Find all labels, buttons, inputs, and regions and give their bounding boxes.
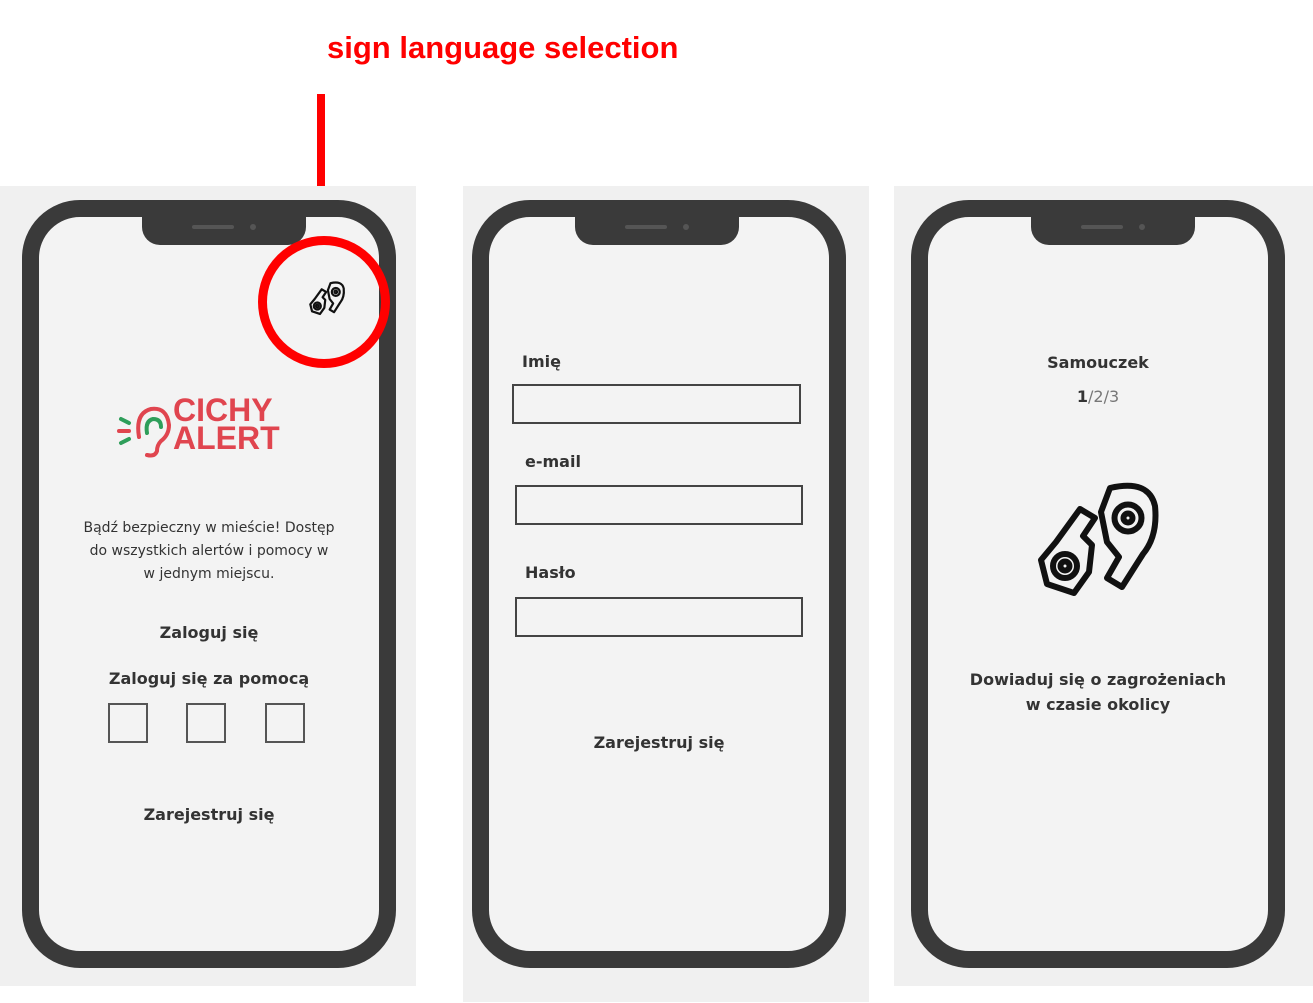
name-field[interactable] — [512, 384, 801, 424]
register-link[interactable]: Zarejestruj się — [39, 805, 379, 824]
social-login-button-3[interactable] — [265, 703, 305, 743]
social-login-button-2[interactable] — [186, 703, 226, 743]
register-button[interactable]: Zarejestruj się — [489, 733, 829, 752]
tutorial-description-line-2: w czasie okolicy — [1025, 695, 1171, 714]
camera — [250, 224, 256, 230]
speaker — [192, 225, 234, 229]
email-label: e-mail — [525, 452, 581, 471]
remaining-steps: /2/3 — [1088, 387, 1120, 406]
login-with-label: Zaloguj się za pomocą — [108, 669, 310, 688]
cichy-alert-logo: CICHY ALERT — [117, 394, 317, 465]
tutorial-title: Samouczek — [1047, 353, 1149, 372]
password-label: Hasło — [525, 563, 576, 582]
name-label: Imię — [522, 352, 561, 371]
login-link[interactable]: Zaloguj się — [39, 623, 379, 642]
phone-notch — [575, 215, 739, 245]
password-field[interactable] — [515, 597, 803, 637]
annotation-label: sign language selection — [327, 30, 679, 65]
ear-icon — [117, 406, 172, 458]
phone-notch — [1031, 215, 1195, 245]
phone-frame-tutorial: Samouczek 1/2/3 Dowiaduj się o zagrożeni… — [911, 200, 1285, 968]
tutorial-step-indicator: 1/2/3 — [928, 387, 1268, 406]
phone-notch — [142, 215, 306, 245]
speaker — [625, 225, 667, 229]
annotation-highlight-circle — [258, 236, 390, 368]
camera — [1139, 224, 1145, 230]
current-step: 1 — [1076, 387, 1088, 406]
sign-language-icon — [1038, 482, 1159, 596]
tagline-line-3: w jednym miejscu. — [143, 566, 275, 582]
logo-line-2: ALERT — [173, 420, 280, 456]
tagline-line-2: do wszystkich alertów i pomocy w — [89, 543, 329, 559]
speaker — [1081, 225, 1123, 229]
camera — [683, 224, 689, 230]
email-field[interactable] — [515, 485, 803, 525]
tutorial-description-line-1: Dowiaduj się o zagrożeniach — [969, 670, 1227, 689]
phone-frame-register: Imię e-mail Hasło Zarejestruj się — [472, 200, 846, 968]
social-login-button-1[interactable] — [108, 703, 148, 743]
tagline-line-1: Bądź bezpieczny w mieście! Dostęp — [83, 520, 335, 536]
